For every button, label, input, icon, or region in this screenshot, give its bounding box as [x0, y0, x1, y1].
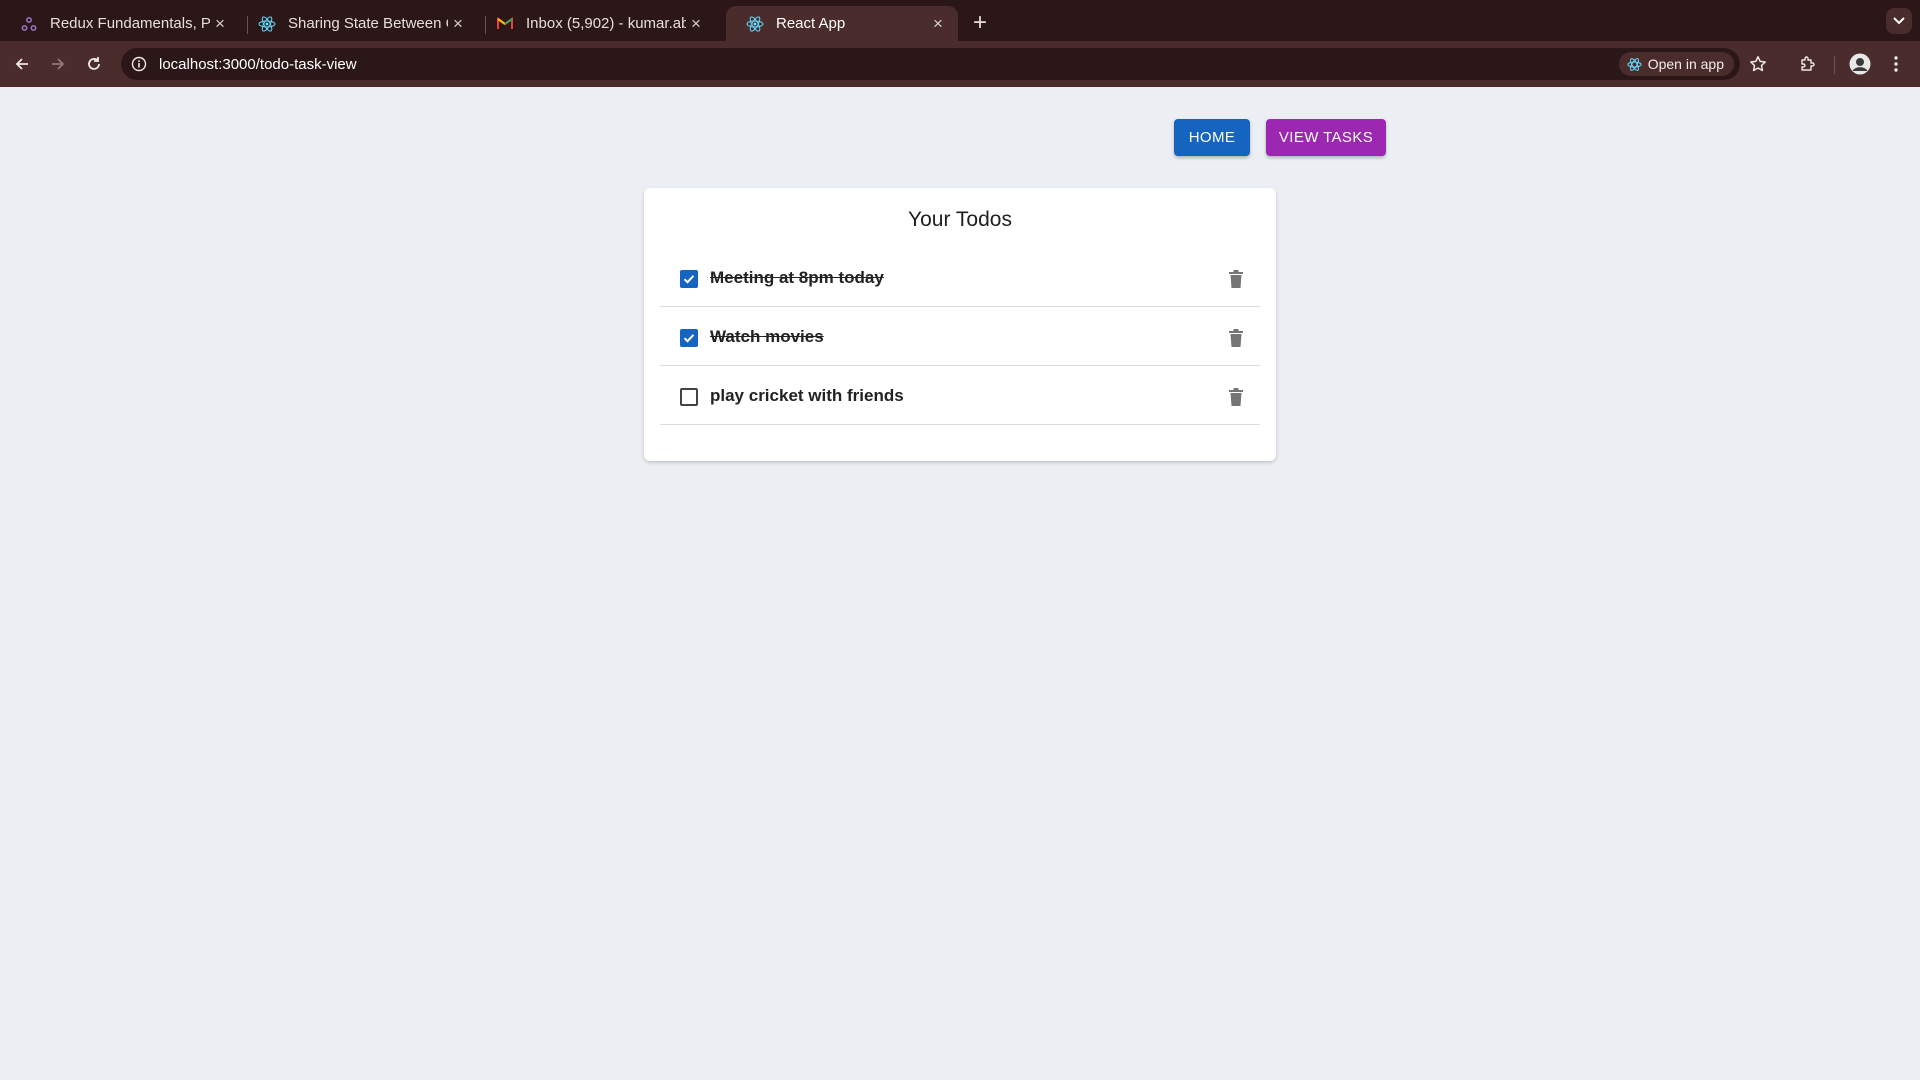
tab-search-button[interactable] — [1886, 8, 1912, 34]
react-icon — [258, 15, 276, 33]
tab-title: Redux Fundamentals, Part 1: — [50, 15, 210, 32]
open-in-app-button[interactable]: Open in app — [1618, 52, 1734, 76]
browser-menu-button[interactable] — [1882, 50, 1910, 78]
page-title: Your Todos — [908, 208, 1012, 231]
react-icon — [746, 15, 764, 33]
address-bar[interactable]: localhost:3000/todo-task-view Open in ap… — [121, 48, 1740, 80]
todo-text: play cricket with friends — [710, 386, 904, 405]
todo-checkbox[interactable] — [680, 270, 698, 288]
browser-tab[interactable]: Sharing State Between Comp × — [238, 6, 478, 41]
todo-checkbox[interactable] — [680, 388, 698, 406]
tab-title: React App — [776, 15, 846, 32]
browser-toolbar: localhost:3000/todo-task-view Open in ap… — [0, 41, 1920, 87]
redux-icon — [20, 15, 38, 33]
puzzle-icon — [1801, 56, 1815, 71]
extensions-button[interactable] — [1794, 50, 1822, 78]
browser-tab[interactable]: Redux Fundamentals, Part 1: × — [0, 6, 240, 41]
bookmark-button[interactable] — [1744, 50, 1772, 78]
forward-button[interactable] — [44, 50, 72, 78]
gmail-icon — [496, 15, 514, 33]
close-icon[interactable]: × — [928, 14, 948, 34]
trash-icon — [1229, 270, 1243, 288]
reload-icon — [88, 57, 100, 70]
avatar — [1849, 53, 1871, 75]
todo-text: Meeting at 8pm today — [710, 268, 884, 287]
todo-checkbox[interactable] — [680, 329, 698, 347]
view-tasks-button[interactable]: VIEW TASKS — [1266, 119, 1386, 156]
arrow-right-icon — [52, 58, 65, 70]
reload-button[interactable] — [80, 50, 108, 78]
check-icon — [683, 275, 695, 284]
react-icon — [1627, 57, 1642, 72]
more-vertical-icon — [1894, 56, 1898, 72]
home-button[interactable]: HOME — [1174, 119, 1250, 156]
tab-strip: Redux Fundamentals, Part 1: × Sharing St… — [0, 0, 1920, 41]
trash-icon — [1229, 388, 1243, 406]
arrow-left-icon — [15, 58, 28, 70]
todo-text: Watch movies — [710, 327, 824, 346]
chevron-down-icon — [1893, 17, 1905, 25]
open-in-app-label: Open in app — [1647, 56, 1724, 72]
close-icon[interactable]: × — [210, 14, 230, 34]
list-item: Meeting at 8pm today — [660, 249, 1260, 307]
list-item: Watch movies — [660, 308, 1260, 366]
trash-icon — [1229, 329, 1243, 347]
delete-button[interactable] — [1226, 327, 1246, 349]
profile-button[interactable] — [1846, 50, 1874, 78]
browser-tab[interactable]: Inbox (5,902) - kumar.abhi1 × — [476, 6, 716, 41]
todo-card: Your Todos Meeting at 8pm today Watch mo… — [644, 188, 1276, 461]
back-button[interactable] — [8, 50, 36, 78]
browser-tab-active[interactable]: React App × — [726, 6, 958, 41]
tab-title: Inbox (5,902) - kumar.abhi1 — [526, 15, 686, 32]
close-icon[interactable]: × — [448, 14, 468, 34]
delete-button[interactable] — [1226, 386, 1246, 408]
close-icon[interactable]: × — [686, 14, 706, 34]
toolbar-divider — [1834, 56, 1835, 74]
list-item: play cricket with friends — [660, 367, 1260, 425]
star-icon — [1750, 56, 1766, 72]
delete-button[interactable] — [1226, 268, 1246, 290]
info-icon[interactable] — [130, 55, 148, 73]
url-text: localhost:3000/todo-task-view — [159, 55, 357, 73]
check-icon — [683, 334, 695, 343]
tab-title: Sharing State Between Comp — [288, 15, 448, 32]
new-tab-button[interactable]: + — [966, 9, 994, 37]
